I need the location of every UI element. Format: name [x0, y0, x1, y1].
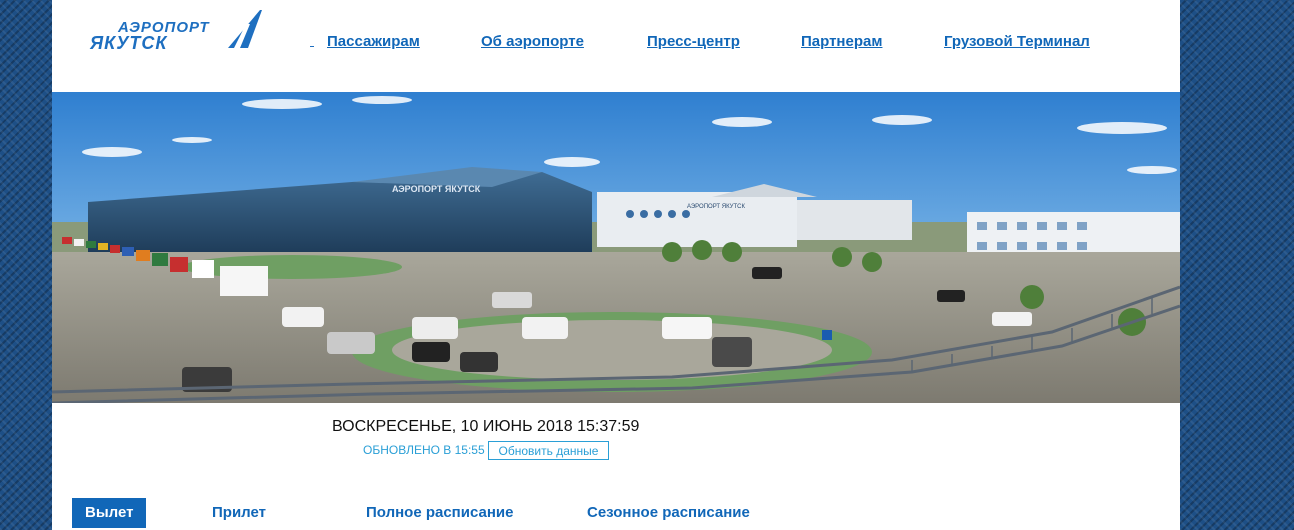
nav-cargo-terminal[interactable]: Грузовой Терминал: [944, 33, 1090, 50]
tab-departures[interactable]: Вылет: [72, 498, 147, 528]
nav-partners[interactable]: Партнерам: [801, 33, 882, 50]
hotel-sign: АЭРОПОРТ ЯКУТСК: [687, 204, 745, 210]
terminal-sign: АЭРОПОРТ ЯКУТСК: [392, 184, 481, 194]
logo-underline: [310, 46, 314, 47]
site-header: АЭРОПОРТ ЯКУТСК Пассажирам Об аэропорте …: [52, 0, 1180, 92]
last-updated-text: ОБНОВЛЕНО В 15:55: [363, 443, 485, 457]
airport-panorama-banner: АЭРОПОРТ ЯКУТСК АЭРОПОРТ ЯКУТСК: [52, 92, 1180, 403]
nav-passengers[interactable]: Пассажирам: [327, 33, 420, 50]
airport-logo-icon: [228, 10, 262, 48]
refresh-data-button[interactable]: Обновить данные: [488, 441, 609, 460]
logo-text-line2: ЯКУТСК: [90, 33, 168, 53]
tab-full-schedule[interactable]: Полное расписание: [366, 498, 513, 528]
nav-press-center[interactable]: Пресс-центр: [647, 33, 740, 50]
current-datetime: ВОСКРЕСЕНЬЕ, 10 ИЮНЬ 2018 15:37:59: [332, 418, 640, 435]
logo-link[interactable]: АЭРОПОРТ ЯКУТСК: [88, 10, 314, 53]
tab-arrivals[interactable]: Прилет: [212, 498, 266, 528]
tab-seasonal-schedule[interactable]: Сезонное расписание: [587, 498, 750, 528]
airport-panorama-image: АЭРОПОРТ ЯКУТСК АЭРОПОРТ ЯКУТСК: [52, 92, 1180, 403]
nav-about-airport[interactable]: Об аэропорте: [481, 33, 584, 50]
page: АЭРОПОРТ ЯКУТСК Пассажирам Об аэропорте …: [52, 0, 1180, 530]
